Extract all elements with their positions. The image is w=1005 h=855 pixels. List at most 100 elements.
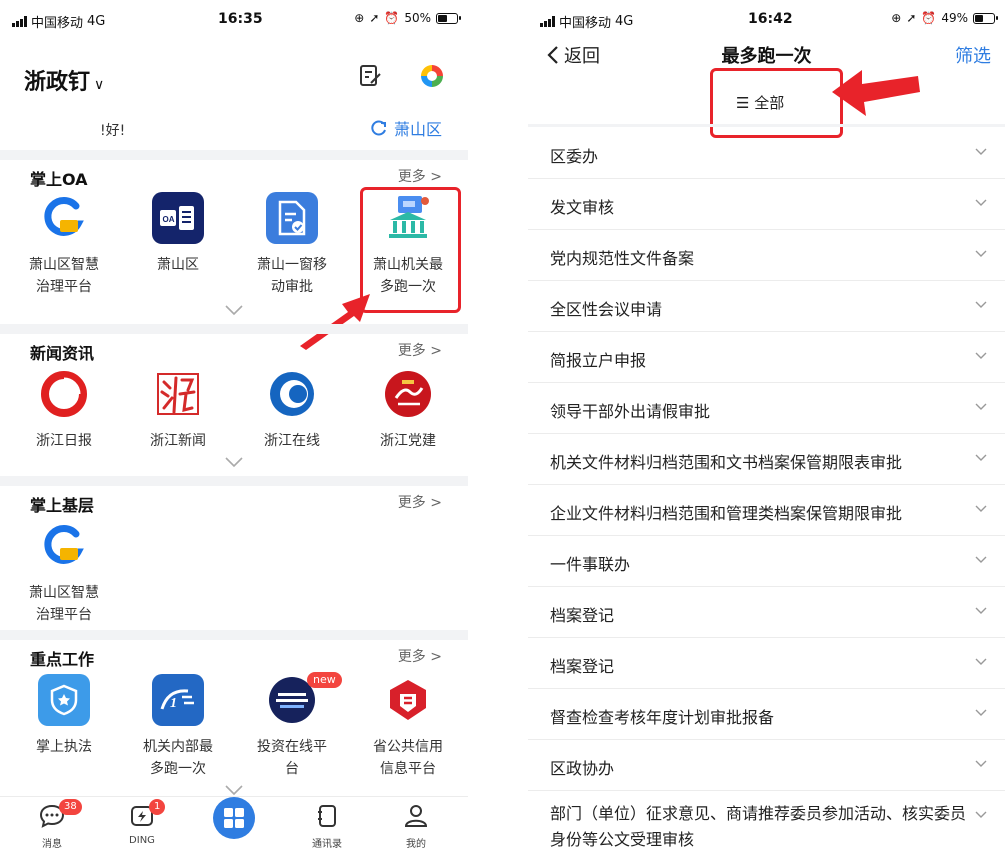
chevron-down-icon [975, 811, 987, 818]
section-title-grassroots: 掌上基层 [30, 496, 95, 515]
region-selector[interactable]: 萧山区 [370, 116, 442, 140]
expand-chevron-icon[interactable] [224, 456, 244, 468]
app-label: 浙江新闻 [150, 433, 206, 449]
section-separator [528, 124, 1005, 127]
tab-messages[interactable]: 38 消息 [17, 799, 87, 850]
section-separator [0, 476, 468, 486]
category-label: 区委办 [550, 147, 599, 166]
edit-note-icon[interactable] [356, 62, 384, 90]
lock-rotation-icon: ⊕ [354, 11, 365, 25]
org-switcher[interactable]: 浙政钉 ∨ [24, 64, 104, 96]
chevron-down-icon [975, 556, 987, 563]
category-label: 机关文件材料归档范围和文书档案保管期限表审批 [550, 453, 903, 472]
app-label: 浙江在线 [264, 433, 320, 449]
signal-icon [540, 16, 555, 27]
status-bar: 中国移动 4G 16:42 ⊕ ➚ ⏰ 49% [528, 0, 1005, 34]
tab-ding[interactable]: 1 DING [107, 799, 177, 846]
category-label: 区政协办 [550, 759, 615, 778]
category-row[interactable]: 企业文件材料归档范围和管理类档案保管期限审批 [528, 485, 1005, 536]
app-tile[interactable]: 萧山一窗移 动审批 [237, 192, 347, 298]
law-enforcement-icon [38, 674, 90, 726]
category-label: 领导干部外出请假审批 [550, 402, 711, 421]
refresh-icon [371, 120, 386, 136]
section-more-grassroots[interactable]: 更多 > [398, 492, 442, 512]
section-more-oa[interactable]: 更多 > [398, 166, 442, 186]
category-row[interactable]: 党内规范性文件备案 [528, 230, 1005, 281]
location-icon: ➚ [906, 11, 917, 25]
app-tile[interactable]: 掌上执法 [9, 674, 119, 758]
chevron-down-icon [975, 199, 987, 206]
expand-chevron-icon[interactable] [224, 304, 244, 316]
alarm-icon: ⏰ [921, 11, 937, 25]
battery-percent: 50% [404, 11, 431, 25]
app-label: 萧山区智慧 治理平台 [29, 585, 99, 623]
category-label: 发文审核 [550, 198, 615, 217]
category-row[interactable]: 一件事联办 [528, 536, 1005, 587]
app-tile[interactable]: 1 机关内部最 多跑一次 [123, 674, 233, 780]
app-tile[interactable]: 萧山区智慧 治理平台 [9, 192, 119, 298]
lock-rotation-icon: ⊕ [891, 11, 902, 25]
category-row[interactable]: 领导干部外出请假审批 [528, 383, 1005, 434]
carrier-info: 中国移动 4G [12, 12, 105, 31]
category-label: 简报立户申报 [550, 351, 647, 370]
app-label: 机关内部最 多跑一次 [143, 739, 213, 777]
chevron-down-icon [975, 352, 987, 359]
back-button[interactable]: 返回 [546, 42, 600, 68]
category-label: 全区性会议申请 [550, 300, 663, 319]
tab-label: DING [129, 835, 155, 846]
app-tile[interactable]: 浙江党建 [353, 368, 463, 452]
category-label: 一件事联办 [550, 555, 631, 574]
battery-icon [436, 12, 461, 24]
chevron-down-icon [975, 505, 987, 512]
internal-run-once-icon: 1 [152, 674, 204, 726]
tab-profile[interactable]: 我的 [381, 803, 451, 850]
category-row[interactable]: 区委办 [528, 128, 1005, 179]
category-row[interactable]: 档案登记 [528, 638, 1005, 689]
app-tile[interactable]: 浙江新闻 [123, 368, 233, 452]
new-badge: new [307, 672, 342, 688]
category-row[interactable]: 发文审核 [528, 179, 1005, 230]
app-label: 萧山区智慧 治理平台 [29, 257, 99, 295]
category-label: 档案登记 [550, 606, 615, 625]
app-tile[interactable]: OA 萧山区 [123, 192, 233, 276]
signal-icon [12, 16, 27, 27]
category-row[interactable]: 区政协办 [528, 740, 1005, 791]
category-row[interactable]: 简报立户申报 [528, 332, 1005, 383]
category-row[interactable]: 部门（单位）征求意见、商请推荐委员参加活动、核实委员身份等公文受理审核 [528, 791, 1005, 855]
app-label: 省公共信用 信息平台 [373, 739, 443, 777]
tab-contacts[interactable]: 通讯录 [292, 803, 362, 850]
message-count-badge: 38 [59, 799, 82, 815]
category-row[interactable]: 督查检查考核年度计划审批报备 [528, 689, 1005, 740]
app-tile[interactable]: 省公共信用 信息平台 [353, 674, 463, 780]
app-tile[interactable]: 萧山区智慧 治理平台 [9, 520, 119, 626]
chevron-down-icon [975, 658, 987, 665]
category-row[interactable]: 档案登记 [528, 587, 1005, 638]
svg-text:OA: OA [163, 215, 175, 224]
category-row[interactable]: 全区性会议申请 [528, 281, 1005, 332]
carrier-name: 中国移动 [559, 16, 612, 31]
category-row[interactable]: 机关文件材料归档范围和文书档案保管期限表审批 [528, 434, 1005, 485]
chevron-down-icon [975, 454, 987, 461]
window-approval-icon [266, 192, 318, 244]
status-right: ⊕ ➚ ⏰ 50% [354, 11, 461, 25]
app-tile[interactable]: 浙江日报 [9, 368, 119, 452]
app-label: 掌上执法 [36, 739, 92, 755]
category-label: 党内规范性文件备案 [550, 249, 695, 268]
zhejiang-online-icon [266, 368, 318, 420]
app-tile[interactable]: new 投资在线平台 [237, 672, 347, 780]
workbench-icon [213, 797, 255, 839]
tab-workbench[interactable] [199, 795, 269, 845]
section-title-oa: 掌上OA [30, 170, 88, 189]
profile-icon [404, 805, 428, 827]
app-logo-icon[interactable] [418, 62, 446, 90]
chevron-down-icon [975, 607, 987, 614]
public-credit-icon [382, 674, 434, 726]
app-label: 浙江党建 [380, 433, 436, 449]
smart-governance-icon [38, 192, 90, 244]
section-separator [0, 630, 468, 640]
section-more-news[interactable]: 更多 > [398, 340, 442, 360]
filter-button[interactable]: 筛选 [955, 42, 991, 68]
status-right: ⊕ ➚ ⏰ 49% [891, 11, 998, 25]
section-more-key-work[interactable]: 更多 > [398, 646, 442, 666]
app-tile[interactable]: 浙江在线 [237, 368, 347, 452]
